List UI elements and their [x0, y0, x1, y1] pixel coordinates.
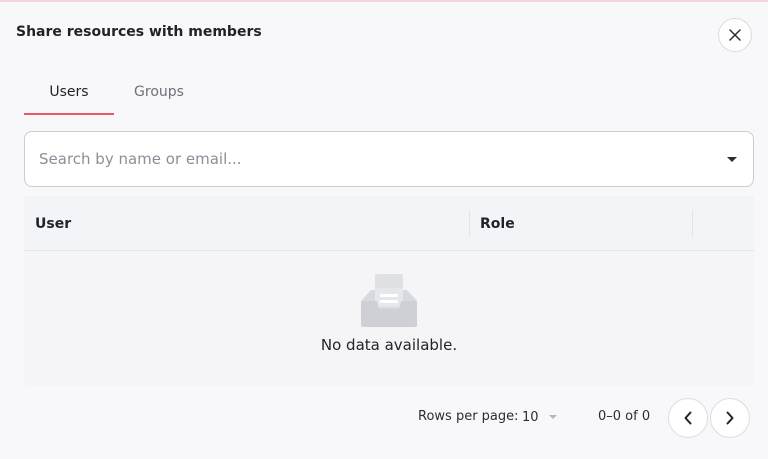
column-divider[interactable]	[469, 210, 470, 237]
column-divider[interactable]	[692, 210, 693, 237]
member-type-tabs: Users Groups	[24, 70, 224, 116]
caret-down-icon[interactable]	[727, 156, 737, 162]
active-tab-indicator	[24, 113, 114, 115]
chevron-right-icon	[726, 411, 734, 425]
tab-groups[interactable]: Groups	[114, 70, 204, 114]
column-header-role[interactable]: Role	[480, 196, 515, 251]
rows-per-page-label: Rows per page:	[418, 409, 519, 424]
previous-page-button[interactable]	[668, 398, 708, 438]
chevron-left-icon	[684, 411, 692, 425]
column-header-user[interactable]: User	[35, 196, 71, 251]
empty-state	[24, 271, 754, 333]
search-placeholder: Search by name or email...	[39, 150, 242, 168]
tab-users[interactable]: Users	[24, 70, 114, 114]
pagination-range: 0–0 of 0	[598, 409, 651, 424]
next-page-button[interactable]	[710, 398, 750, 438]
rows-per-page-value: 10	[522, 409, 539, 425]
rows-per-page-select[interactable]: 10	[522, 403, 562, 431]
search-input[interactable]: Search by name or email...	[24, 131, 754, 187]
inbox-empty-icon	[361, 274, 417, 327]
close-icon	[729, 29, 741, 41]
caret-down-icon	[548, 415, 557, 419]
members-table: User Role No data available.	[24, 196, 754, 386]
table-header: User Role	[24, 196, 754, 251]
top-accent-line	[0, 0, 768, 2]
close-button[interactable]	[718, 18, 752, 52]
dialog-title: Share resources with members	[16, 24, 262, 40]
empty-message: No data available.	[320, 336, 458, 354]
pagination-bar: Rows per page: 10 0–0 of 0	[0, 397, 768, 439]
